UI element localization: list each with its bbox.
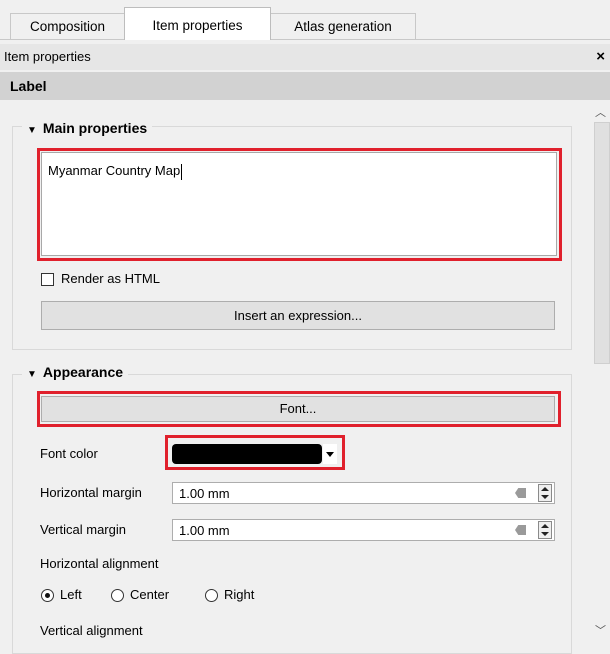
horizontal-margin-label: Horizontal margin <box>40 485 142 500</box>
align-center-label: Center <box>130 587 170 602</box>
triangle-down-icon: ▼ <box>27 125 37 136</box>
panel-titlebar: Item properties × <box>0 44 610 70</box>
tab-composition[interactable]: Composition <box>10 13 125 39</box>
align-left-label: Left <box>60 587 82 602</box>
highlight-box <box>37 391 561 427</box>
horizontal-margin-spinbox[interactable]: 1.00 mm <box>172 482 555 504</box>
vertical-margin-label: Vertical margin <box>40 522 126 537</box>
tab-item-properties[interactable]: Item properties <box>124 7 271 40</box>
section-header-label: Label <box>0 72 610 100</box>
render-html-checkbox[interactable] <box>41 273 54 286</box>
properties-scroll-area: ▼ Main properties Myanmar Country Map Ren… <box>0 100 590 654</box>
highlight-box <box>165 435 345 470</box>
scroll-down-icon[interactable]: ﹀ <box>595 622 606 638</box>
tab-divider <box>0 39 610 40</box>
tab-bar: Composition Item properties Atlas genera… <box>0 0 610 40</box>
align-right-radio[interactable] <box>205 589 218 602</box>
main-properties-header[interactable]: ▼ Main properties <box>22 120 153 136</box>
vertical-margin-spinbox[interactable]: 1.00 mm <box>172 519 555 541</box>
scrollbar-thumb[interactable] <box>594 122 610 364</box>
horizontal-alignment-label: Horizontal alignment <box>40 556 159 571</box>
scroll-up-icon[interactable]: ︿ <box>595 104 606 120</box>
spinbox-arrows-icon[interactable] <box>538 521 552 539</box>
triangle-down-icon: ▼ <box>27 369 37 380</box>
clear-field-icon[interactable] <box>515 525 526 535</box>
highlight-box <box>37 148 562 261</box>
close-icon[interactable]: × <box>596 44 605 70</box>
align-left-radio[interactable] <box>41 589 54 602</box>
vertical-alignment-label: Vertical alignment <box>40 623 143 638</box>
clear-field-icon[interactable] <box>515 488 526 498</box>
appearance-header[interactable]: ▼ Appearance <box>22 364 129 380</box>
align-center-radio[interactable] <box>111 589 124 602</box>
vertical-scrollbar[interactable]: ︿ ﹀ <box>590 100 610 641</box>
spinbox-arrows-icon[interactable] <box>538 484 552 502</box>
font-color-label: Font color <box>40 446 98 461</box>
insert-expression-button[interactable]: Insert an expression... <box>41 301 555 330</box>
section-title: Label <box>10 78 47 94</box>
render-html-label: Render as HTML <box>61 271 160 286</box>
panel-title: Item properties <box>4 49 91 64</box>
align-right-label: Right <box>224 587 255 602</box>
tab-atlas-generation[interactable]: Atlas generation <box>270 13 416 39</box>
